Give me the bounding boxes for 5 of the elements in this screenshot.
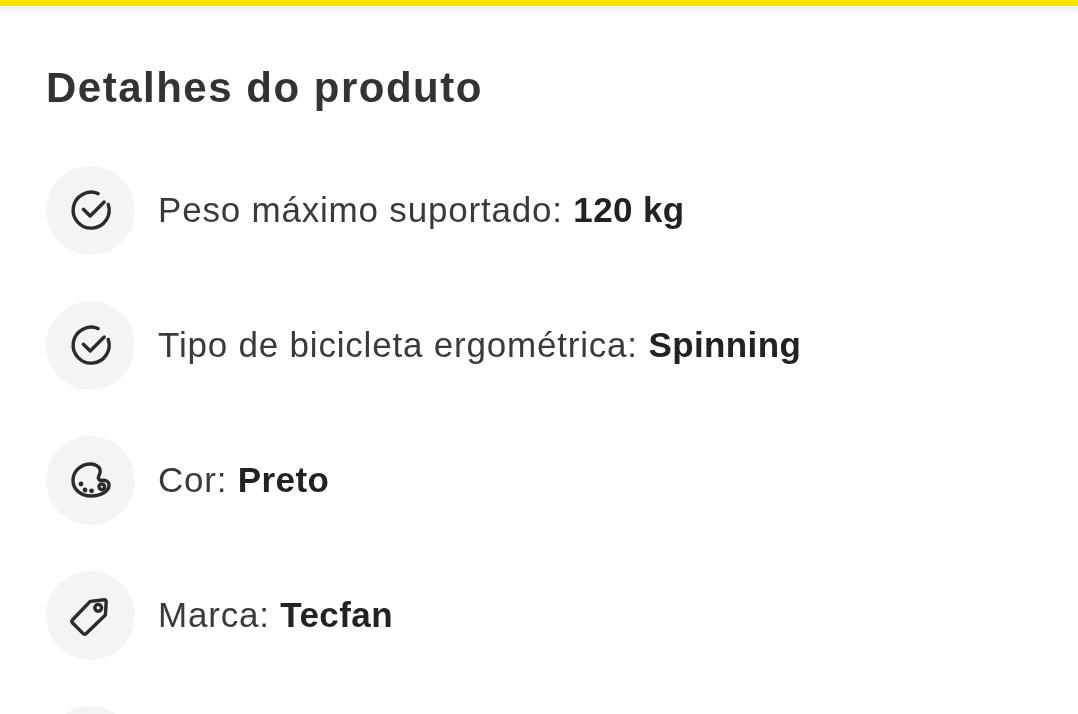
section-title: Detalhes do produto [46,63,483,113]
spec-text: Marca: Tecfan [158,594,393,636]
spec-text: Tipo de bicicleta ergométrica: Spinning [158,324,802,366]
spec-text: Peso máximo suportado: 120 kg [158,189,685,231]
spec-text: Cor: Preto [158,459,330,501]
